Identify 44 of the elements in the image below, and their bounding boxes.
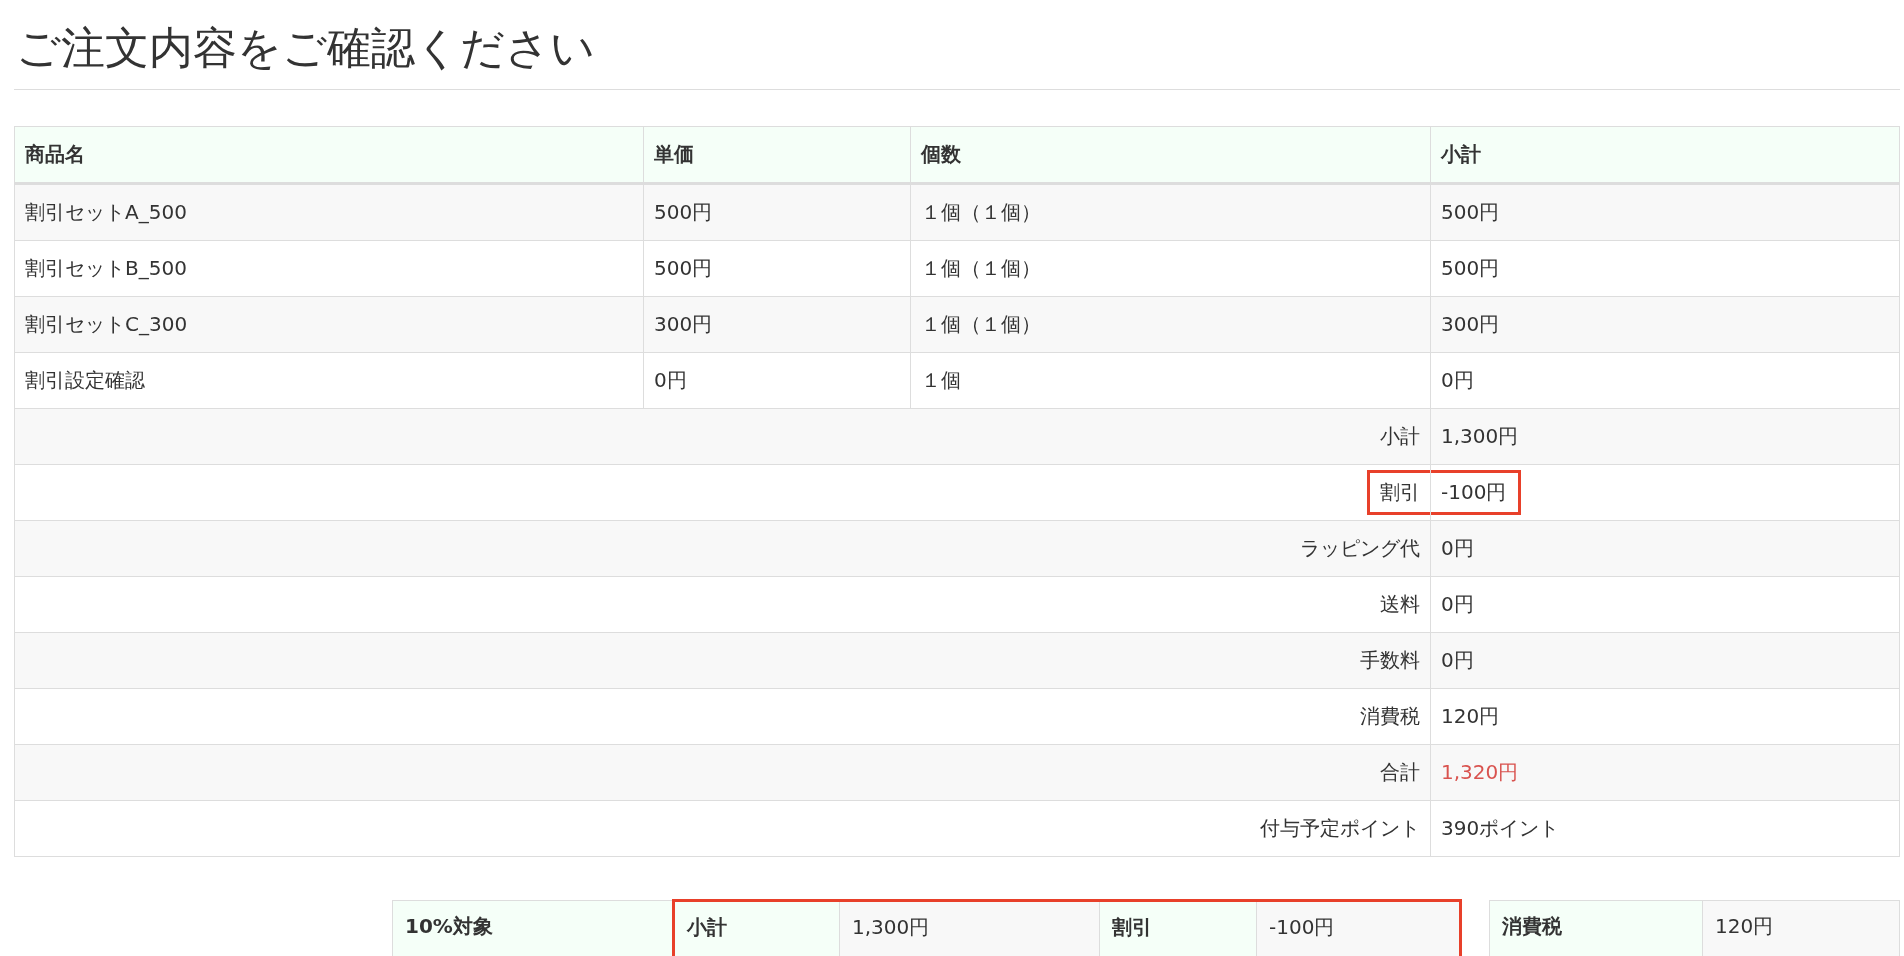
summary-value: 1,320円	[1440, 758, 1520, 786]
table-cell: 500円	[1430, 183, 1900, 241]
table-cell: 300円	[643, 296, 911, 353]
summary-value: -100円	[1431, 469, 1522, 515]
table-cell: １個	[910, 352, 1431, 409]
table-cell: 300円	[1430, 296, 1900, 353]
tax-value: 120円	[1702, 900, 1900, 956]
table-cell: １個（１個）	[910, 183, 1431, 241]
table-cell: １個（１個）	[910, 296, 1431, 353]
summary-value: 0円	[1440, 534, 1475, 562]
summary-value: 0円	[1440, 590, 1475, 618]
summary-label: 送料	[1379, 590, 1421, 618]
tax-subtotal-value: 1,300円	[839, 900, 1100, 956]
table-cell: 500円	[1430, 240, 1900, 297]
column-header: 小計	[1430, 126, 1900, 184]
tax-discount-value: -100円	[1256, 900, 1461, 956]
column-header: 単価	[643, 126, 911, 184]
summary-label: ラッピング代	[1299, 534, 1421, 562]
table-cell: １個（１個）	[910, 240, 1431, 297]
summary-value: 0円	[1440, 646, 1475, 674]
summary-label: 割引	[1367, 469, 1430, 515]
summary-value: 390ポイント	[1440, 814, 1561, 842]
column-header: 個数	[910, 126, 1431, 184]
tax-rate-label: 10%対象	[392, 900, 674, 956]
table-cell: 割引セットA_500	[14, 183, 644, 241]
summary-label: 消費税	[1359, 702, 1421, 730]
table-cell: 0円	[1430, 352, 1900, 409]
table-cell: 割引セットC_300	[14, 296, 644, 353]
column-header: 商品名	[14, 126, 644, 184]
summary-value: 1,300円	[1440, 422, 1520, 450]
summary-label: 付与予定ポイント	[1259, 814, 1421, 842]
summary-label: 手数料	[1359, 646, 1421, 674]
tax-discount-label: 割引	[1099, 900, 1257, 956]
page-title: ご注文内容をご確認ください	[15, 21, 596, 75]
summary-value: 120円	[1440, 702, 1501, 730]
summary-label: 合計	[1379, 758, 1421, 786]
table-cell: 500円	[643, 240, 911, 297]
tax-subtotal-label: 小計	[673, 900, 840, 956]
table-cell: 0円	[643, 352, 911, 409]
table-cell: 割引設定確認	[14, 352, 644, 409]
tax-label: 消費税	[1489, 900, 1703, 956]
table-cell: 500円	[643, 183, 911, 241]
summary-label: 小計	[1379, 422, 1421, 450]
table-cell: 割引セットB_500	[14, 240, 644, 297]
